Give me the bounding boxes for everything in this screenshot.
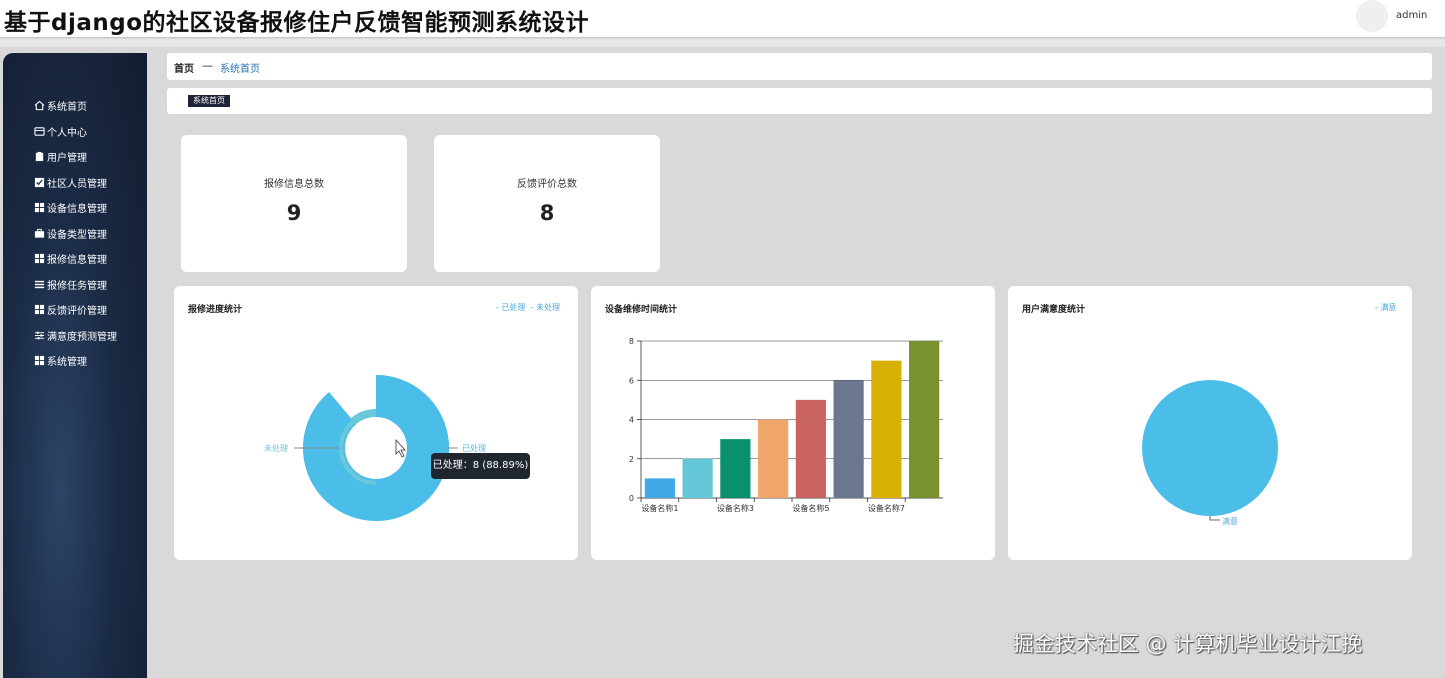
bar[interactable] [758,419,789,499]
sidebar-item-label: 设备类型管理 [47,229,107,241]
app-title: 基于django的社区设备报修住户反馈智能预测系统设计 [4,10,590,36]
sidebar-item[interactable]: 报修任务管理 [33,272,117,298]
y-tick-label: 2 [629,455,634,464]
watermark: 掘金技术社区 @ 计算机毕业设计江挽 [1013,632,1363,656]
grid-icon [33,202,45,214]
card-icon [33,125,45,137]
stat-value: 8 [539,201,555,225]
satisfaction-pie-chart: 满意 [1142,380,1278,526]
sidebar-item[interactable]: 设备类型管理 [33,221,117,247]
header-divider [0,39,1445,47]
bar[interactable] [644,478,675,498]
sidebar-item-label: 社区人员管理 [47,178,107,190]
sidebar-item-label: 报修信息管理 [47,255,107,267]
stat-label: 报修信息总数 [264,179,324,190]
sliders-icon [33,329,45,341]
stat-card-feedback: 反馈评价总数 8 [434,135,660,272]
home-icon [33,100,45,112]
bar[interactable] [795,399,826,498]
tab-home[interactable]: 系统首页 [188,95,230,107]
sidebar-item[interactable]: 系统管理 [33,348,117,374]
x-tick-label: 设备名称7 [868,503,905,513]
satisfaction-chart-panel: 用户满意度统计 - 满意 满意 [1008,286,1412,560]
sidebar-item-label: 用户管理 [47,153,87,165]
sidebar-item-label: 满意度预测管理 [47,331,117,343]
sidebar-item-label: 系统首页 [47,102,87,114]
user-name[interactable]: admin [1396,10,1427,21]
pie-slice[interactable] [1142,380,1278,516]
list-icon [33,278,45,290]
sidebar-item[interactable]: 社区人员管理 [33,170,117,196]
slice-label: 满意 [1222,516,1238,526]
x-tick-label: 设备名称1 [641,503,678,513]
avatar[interactable] [1356,0,1388,32]
bar[interactable] [871,360,902,498]
briefcase-icon [33,227,45,239]
grid-icon [33,355,45,367]
y-tick-label: 8 [629,337,634,346]
breadcrumb-current[interactable]: 系统首页 [220,60,260,75]
progress-chart-panel: 报修进度统计 - 已处理 - 未处理 未处理 已处理 [174,286,578,560]
sidebar-item[interactable]: 反馈评价管理 [33,297,117,323]
stat-value: 9 [286,201,302,225]
y-tick-label: 0 [629,494,634,503]
bar[interactable] [833,380,864,498]
sidebar-item-label: 反馈评价管理 [47,306,107,318]
sidebar-item[interactable]: 系统首页 [33,93,117,119]
chart-tooltip: 已处理：8 (88.89%) [431,453,530,479]
clipboard-icon [33,151,45,163]
sidebar-item[interactable]: 用户管理 [33,144,117,170]
bar[interactable] [720,439,751,498]
x-tick-label: 设备名称5 [792,503,829,513]
sidebar-menu: 系统首页个人中心用户管理社区人员管理 设备信息管理 设备类型管理 报修信息管理 报修任务… [33,93,117,374]
label-leader [1209,516,1220,521]
top-bar: 基于django的社区设备报修住户反馈智能预测系统设计 admin [0,0,1445,38]
progress-pie-chart: 未处理 已处理 [264,375,486,521]
y-tick-label: 4 [629,416,634,425]
bar[interactable] [909,341,940,498]
y-tick-label: 6 [629,376,634,385]
repair-time-bar-chart: 0 2 4 6 8 设备名称1 设备名称3 设备名称5 设备名称7 [629,337,943,513]
x-tick-label: 设备名称3 [717,503,754,513]
stat-label: 反馈评价总数 [517,179,577,190]
slice-label: 已处理 [462,443,486,453]
grid-icon [33,304,45,316]
sidebar-item-label: 设备信息管理 [47,204,107,216]
tabs-bar: 系统首页 [167,88,1432,114]
breadcrumb-home[interactable]: 首页 [174,60,194,75]
sidebar-item[interactable]: 满意度预测管理 [33,323,117,349]
slice-label: 未处理 [264,443,288,453]
bar[interactable] [682,458,713,498]
sidebar-item[interactable]: 报修信息管理 [33,246,117,272]
sidebar-item-label: 报修任务管理 [47,280,107,292]
sidebar-item[interactable]: 设备信息管理 [33,195,117,221]
breadcrumb-separator: — [202,59,213,72]
repair-time-chart-panel: 设备维修时间统计 0 2 4 6 8 设备名称1 设备名称3 设备名称5 设备名称7 [591,286,995,560]
sidebar-item-label: 个人中心 [47,127,87,139]
sidebar: 系统首页个人中心用户管理社区人员管理 设备信息管理 设备类型管理 报修信息管理 报修任务… [3,53,147,678]
sidebar-item-label: 系统管理 [47,357,87,369]
checkbox-icon [33,176,45,188]
stat-card-repairs: 报修信息总数 9 [181,135,407,272]
sidebar-item[interactable]: 个人中心 [33,119,117,145]
breadcrumb: 首页 — 系统首页 [167,53,1432,80]
grid-icon [33,253,45,265]
